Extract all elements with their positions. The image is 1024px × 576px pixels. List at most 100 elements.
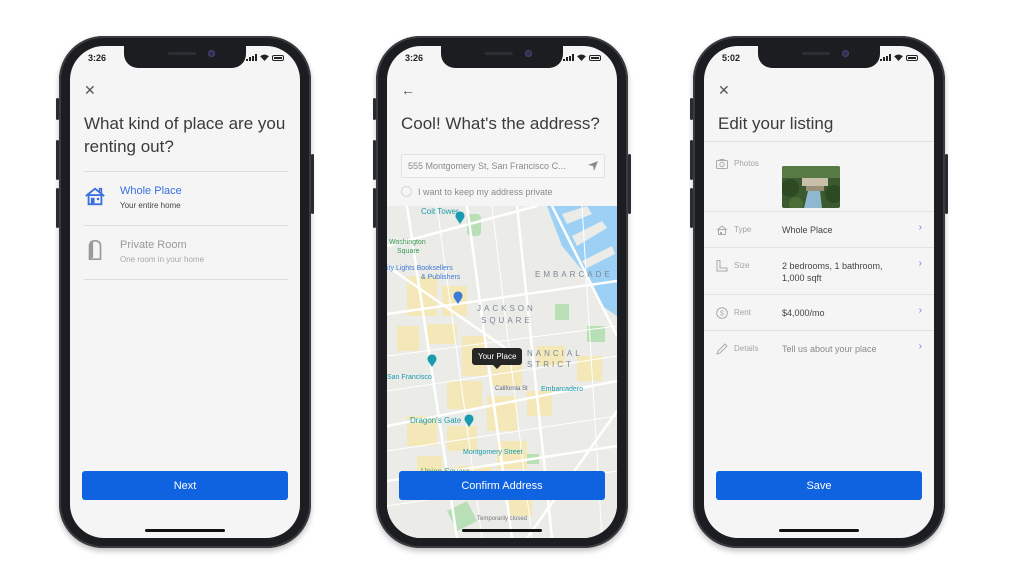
home-indicator bbox=[462, 529, 542, 532]
map-label-california-st: California St bbox=[495, 386, 528, 392]
map-label-jackson-square-2: SQUARE bbox=[481, 316, 533, 325]
screen: 3:26 ✕ What kind of place are you rentin… bbox=[70, 46, 300, 538]
map-label-financial-district: NANCIAL bbox=[527, 349, 583, 358]
mute-switch bbox=[56, 98, 59, 120]
mute-switch bbox=[373, 98, 376, 120]
signal-icon bbox=[880, 54, 891, 61]
phone-address: 3:26 ← Cool! What's the address? I want … bbox=[373, 36, 631, 548]
status-time: 3:26 bbox=[405, 53, 424, 63]
map-label-temporarily-closed: Temporarily closed bbox=[477, 516, 528, 522]
divider bbox=[84, 279, 288, 280]
row-details[interactable]: Details Tell us about your place › bbox=[704, 330, 934, 366]
signal-icon bbox=[563, 54, 574, 61]
page-title: What kind of place are you renting out? bbox=[84, 114, 286, 156]
svg-text:$: $ bbox=[720, 311, 724, 318]
address-input[interactable] bbox=[401, 154, 605, 178]
row-value: $4,000/mo bbox=[782, 308, 825, 318]
home-indicator bbox=[779, 529, 859, 532]
phone-edit-listing: 5:02 ✕ Edit your listing Photos Type Who… bbox=[690, 36, 948, 548]
map-label-dragons-gate[interactable]: Dragon's Gate bbox=[410, 416, 461, 425]
option-private-room[interactable]: Private Room One room in your home bbox=[84, 225, 288, 279]
option-label: Private Room bbox=[120, 239, 187, 251]
volume-up-button bbox=[373, 140, 376, 180]
phone-place-type: 3:26 ✕ What kind of place are you rentin… bbox=[56, 36, 314, 548]
power-button bbox=[628, 154, 631, 214]
map-label-montgomery-street[interactable]: Montgomery Street bbox=[463, 449, 523, 456]
battery-icon bbox=[589, 54, 601, 61]
dragons-gate-pin-icon[interactable] bbox=[464, 414, 474, 427]
row-rent[interactable]: $ Rent $4,000/mo › bbox=[704, 294, 934, 330]
next-button[interactable]: Next bbox=[82, 471, 288, 500]
home-indicator bbox=[145, 529, 225, 532]
camera-icon bbox=[716, 159, 728, 169]
map-label-washington-square-2[interactable]: Square bbox=[397, 248, 420, 255]
volume-up-button bbox=[690, 140, 693, 180]
wifi-icon bbox=[577, 54, 586, 61]
keep-private-label: I want to keep my address private bbox=[418, 186, 553, 197]
row-label: Photos bbox=[734, 159, 759, 168]
chevron-right-icon: › bbox=[918, 222, 922, 233]
status-time: 5:02 bbox=[722, 53, 741, 63]
volume-up-button bbox=[56, 140, 59, 180]
mute-switch bbox=[690, 98, 693, 120]
row-label: Type bbox=[734, 225, 752, 234]
row-label: Size bbox=[734, 261, 750, 270]
row-type[interactable]: Type Whole Place › bbox=[704, 211, 934, 247]
listing-photo bbox=[782, 166, 840, 208]
your-place-marker[interactable]: Your Place bbox=[472, 348, 523, 369]
volume-down-button bbox=[373, 188, 376, 228]
map-label-city-lights[interactable]: ity Lights Booksellers bbox=[387, 265, 453, 272]
listing-photo-thumbnail[interactable] bbox=[782, 166, 840, 208]
status-time: 3:26 bbox=[88, 53, 107, 63]
row-value: 2 bedrooms, 1 bathroom, 1,000 sqft bbox=[782, 261, 883, 283]
map-label-coit-tower[interactable]: Coit Tower bbox=[421, 207, 459, 216]
row-label: Rent bbox=[734, 308, 751, 317]
checkbox-circle[interactable] bbox=[401, 186, 412, 197]
coit-tower-pin-icon[interactable] bbox=[455, 211, 465, 224]
confirm-address-button[interactable]: Confirm Address bbox=[399, 471, 605, 500]
volume-down-button bbox=[56, 188, 59, 228]
option-sublabel: One room in your home bbox=[120, 255, 205, 264]
back-arrow-icon[interactable]: ← bbox=[401, 82, 415, 98]
save-button[interactable]: Save bbox=[716, 471, 922, 500]
chevron-right-icon: › bbox=[918, 258, 922, 269]
row-label: Details bbox=[734, 344, 759, 353]
map-label-embarcadero-station[interactable]: Embarcadero bbox=[541, 386, 583, 393]
map-label-san-francisco[interactable]: San Francisco bbox=[387, 374, 432, 381]
volume-down-button bbox=[690, 188, 693, 228]
map-label-jackson-square: JACKSON bbox=[477, 304, 536, 313]
location-arrow-icon[interactable] bbox=[587, 160, 599, 172]
pencil-icon bbox=[716, 343, 728, 355]
house-icon bbox=[716, 225, 728, 235]
power-button bbox=[311, 154, 314, 214]
dollar-icon: $ bbox=[716, 307, 728, 319]
museum-pin-icon[interactable] bbox=[427, 354, 437, 367]
map-label-financial-district-2: STRICT bbox=[527, 360, 574, 369]
screen: 3:26 ← Cool! What's the address? I want … bbox=[387, 46, 617, 538]
option-label: Whole Place bbox=[120, 185, 182, 197]
map-label-city-lights-2[interactable]: & Publishers bbox=[421, 274, 460, 281]
status-bar: 3:26 bbox=[387, 52, 617, 66]
row-value: Tell us about your place bbox=[782, 344, 877, 354]
house-icon bbox=[85, 187, 105, 206]
battery-icon bbox=[906, 54, 918, 61]
screen: 5:02 ✕ Edit your listing Photos Type Who… bbox=[704, 46, 934, 538]
close-icon[interactable]: ✕ bbox=[84, 82, 96, 99]
row-value: Whole Place bbox=[782, 225, 833, 235]
door-icon bbox=[88, 240, 102, 260]
option-whole-place[interactable]: Whole Place Your entire home bbox=[84, 171, 288, 225]
chevron-right-icon: › bbox=[918, 305, 922, 316]
bookstore-pin-icon[interactable] bbox=[453, 291, 463, 304]
close-icon[interactable]: ✕ bbox=[718, 82, 730, 99]
option-sublabel: Your entire home bbox=[120, 201, 181, 210]
keep-private-checkbox[interactable]: I want to keep my address private bbox=[401, 186, 553, 197]
map-label-embarcadero-district: EMBARCADE bbox=[535, 270, 613, 279]
battery-icon bbox=[272, 54, 284, 61]
page-title: Cool! What's the address? bbox=[401, 114, 600, 133]
row-size[interactable]: Size 2 bedrooms, 1 bathroom, 1,000 sqft … bbox=[704, 247, 934, 294]
floorplan-icon bbox=[716, 260, 728, 272]
power-button bbox=[945, 154, 948, 214]
status-bar: 5:02 bbox=[704, 52, 934, 66]
wifi-icon bbox=[260, 54, 269, 61]
map-label-washington-square[interactable]: Washington bbox=[389, 239, 426, 246]
